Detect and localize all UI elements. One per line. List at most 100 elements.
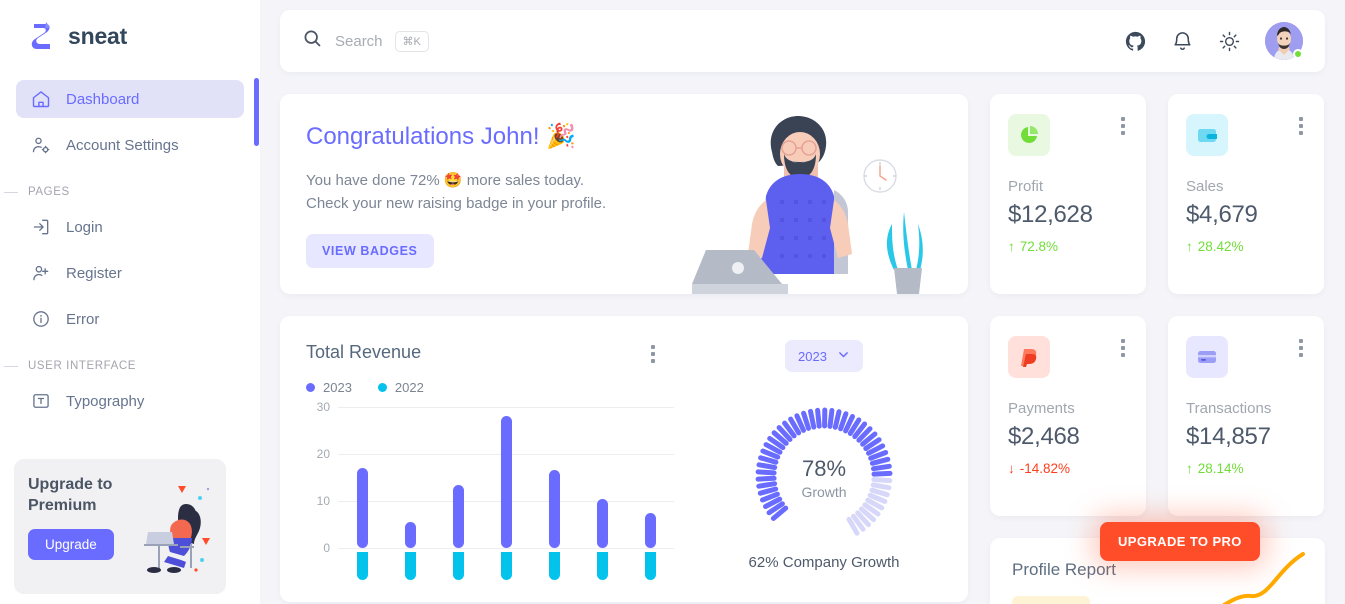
stat-label: Profit	[1008, 178, 1044, 195]
sun-icon[interactable]	[1218, 30, 1241, 53]
stat-value: $14,857	[1186, 423, 1271, 450]
section-dash	[4, 191, 18, 193]
legend-label: 2023	[323, 380, 352, 395]
total-revenue-card: Total Revenue 2023 2022 30 20 10 0 2023 …	[280, 316, 968, 602]
y-tick-30: 30	[316, 400, 330, 414]
stat-delta: ↑ 72.8%	[1008, 239, 1128, 254]
sidebar-item-label: Register	[66, 264, 122, 282]
bar-2023	[404, 522, 416, 548]
dashboard-top-row: Congratulations John! 🎉 You have done 72…	[280, 94, 1325, 294]
bar-2023	[548, 470, 560, 548]
home-icon	[30, 88, 52, 110]
arrow-up-icon: ↑	[1008, 239, 1015, 254]
search-shortcut-key: ⌘K	[394, 30, 429, 52]
kebab-menu-icon[interactable]	[1296, 336, 1306, 360]
growth-panel: 2023 78% Growth 62% Company Growth	[680, 316, 968, 602]
bar-group	[530, 407, 578, 580]
user-plus-icon	[30, 262, 52, 284]
legend-label: 2022	[394, 380, 424, 395]
github-icon[interactable]	[1124, 30, 1147, 53]
arrow-down-icon: ↓	[1008, 461, 1015, 476]
bar-2022	[356, 552, 368, 580]
chart-y-axis: 30 20 10 0	[306, 400, 330, 555]
view-badges-button[interactable]: VIEW BADGES	[306, 233, 434, 268]
stat-delta: ↑ 28.14%	[1186, 461, 1306, 476]
sidebar-item-label: Login	[66, 218, 103, 236]
stat-delta-value: 72.8%	[1019, 239, 1059, 254]
typography-icon	[30, 390, 52, 412]
sidebar-section-label: USER INTERFACE	[28, 360, 137, 372]
profile-year-badge	[1012, 596, 1090, 604]
stat-delta-value: 28.42%	[1197, 239, 1244, 254]
legend-item-2022[interactable]: 2022	[377, 380, 424, 395]
stat-header	[1008, 336, 1128, 378]
legend-item-2023[interactable]: 2023	[306, 380, 352, 395]
bar-2023	[500, 416, 512, 548]
bar-2022	[452, 552, 464, 580]
congrats-title: Congratulations John! 🎉	[306, 123, 577, 150]
legend-dot-icon	[306, 383, 315, 392]
year-select-dropdown[interactable]: 2023	[785, 340, 863, 372]
main-content: Search ⌘K Congratulations John! 🎉 You ha…	[260, 0, 1345, 604]
sidebar-item-typography[interactable]: Typography	[16, 382, 244, 420]
bar-2022	[500, 552, 512, 580]
gridline	[338, 548, 674, 549]
sidebar-item-error[interactable]: Error	[16, 300, 244, 338]
search-placeholder: Search	[335, 32, 383, 50]
status-badge	[1293, 49, 1303, 59]
kebab-menu-icon[interactable]	[1118, 114, 1128, 138]
sidebar: sneat Dashboard Account Settings PAGES L…	[0, 0, 260, 604]
stat-value: $4,679	[1186, 201, 1258, 228]
sidebar-item-label: Dashboard	[66, 90, 140, 108]
sidebar-scrollbar[interactable]	[254, 78, 259, 146]
bar-2022	[596, 552, 608, 580]
man-with-laptop-illustration	[688, 104, 968, 294]
stat-cards-column: Profit $12,628 ↑ 72.8% Sales $4,679 ↑ 28…	[990, 94, 1325, 294]
sidebar-item-login[interactable]: Login	[16, 208, 244, 246]
stat-header	[1186, 336, 1306, 378]
chart-legend: 2023 2022	[306, 380, 680, 395]
avatar[interactable]	[1265, 22, 1303, 60]
stat-label: Payments	[1008, 400, 1075, 417]
stat-delta: ↑ 28.42%	[1186, 239, 1306, 254]
bar-2023	[356, 468, 368, 548]
stat-delta-value: -14.82%	[1019, 461, 1071, 476]
kebab-menu-icon[interactable]	[1118, 336, 1128, 360]
gauge-sublabel: Growth	[801, 484, 847, 500]
congratulations-card: Congratulations John! 🎉 You have done 72…	[280, 94, 968, 294]
sidebar-item-account-settings[interactable]: Account Settings	[16, 126, 244, 164]
stat-header	[1186, 114, 1306, 156]
congrats-line-1: You have done 72% 🤩 more sales today.	[306, 172, 585, 189]
brand[interactable]: sneat	[0, 0, 260, 62]
bar-2023	[452, 484, 464, 548]
y-tick-10: 10	[316, 494, 330, 508]
stat-delta-value: 28.14%	[1197, 461, 1244, 476]
gauge-percent: 78%	[801, 456, 847, 481]
login-icon	[30, 216, 52, 238]
profile-report-card: Profile Report UPGRADE TO PRO	[990, 522, 1325, 604]
wallet-icon	[1186, 114, 1228, 156]
sidebar-item-label: Account Settings	[66, 136, 179, 154]
sidebar-item-register[interactable]: Register	[16, 254, 244, 292]
search-input[interactable]: Search ⌘K	[302, 28, 1124, 54]
stat-card-profit: Profit $12,628 ↑ 72.8%	[990, 94, 1146, 294]
upgrade-to-pro-badge[interactable]: UPGRADE TO PRO	[1100, 522, 1260, 561]
bell-icon[interactable]	[1171, 30, 1194, 53]
bar-2023	[644, 512, 656, 548]
kebab-menu-icon[interactable]	[648, 342, 658, 366]
congrats-text-block: Congratulations John! 🎉 You have done 72…	[306, 122, 706, 294]
search-icon	[302, 28, 323, 54]
stat-value: $2,468	[1008, 423, 1080, 450]
sidebar-nav: Dashboard Account Settings PAGES Login R…	[0, 62, 260, 420]
kebab-menu-icon[interactable]	[1296, 114, 1306, 138]
upgrade-button[interactable]: Upgrade	[28, 528, 114, 560]
stat-cards-column-2: Payments $2,468 ↓ -14.82% Transactions $…	[990, 316, 1325, 604]
woman-at-desk-illustration	[124, 476, 220, 580]
growth-radial-gauge: 78% Growth	[744, 398, 904, 548]
bar-2022	[548, 552, 560, 580]
profile-report-title: Profile Report	[1012, 560, 1116, 579]
sidebar-item-dashboard[interactable]: Dashboard	[16, 80, 244, 118]
bar-group	[338, 407, 386, 580]
section-dash	[4, 365, 18, 367]
sidebar-section-user-interface: USER INTERFACE	[4, 346, 244, 382]
